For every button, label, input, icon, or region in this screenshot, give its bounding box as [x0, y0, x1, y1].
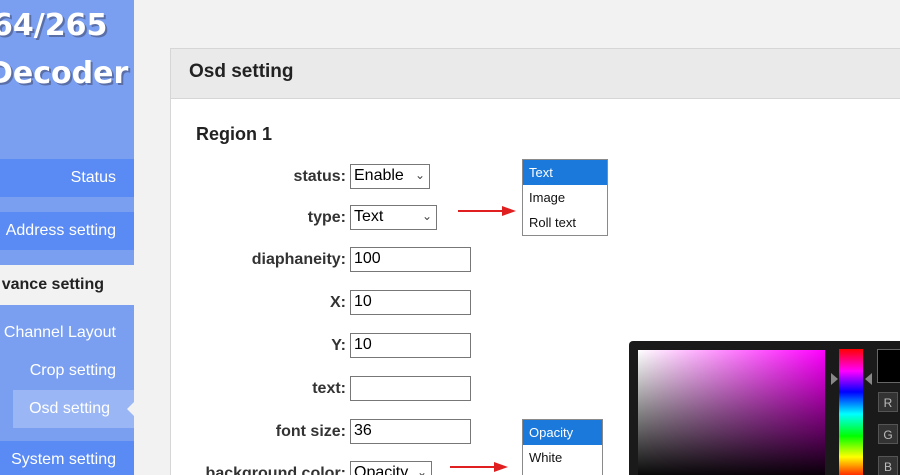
type-select-value: Text [354, 208, 384, 225]
type-label: type: [307, 209, 346, 226]
x-label: X: [330, 294, 346, 311]
sidebar-item-channel-layout[interactable]: Channel Layout [0, 314, 134, 352]
background-color-select-value: Opacity [354, 464, 409, 475]
logo-line-1: 64/265 [0, 8, 108, 43]
channel-g-label: G [878, 424, 898, 444]
diaphaneity-label: diaphaneity: [251, 251, 346, 268]
status-select[interactable]: Enable ⌄ [350, 164, 430, 189]
type-dropdown-list: Text Image Roll text [522, 159, 608, 236]
y-input[interactable]: 10 [350, 333, 471, 358]
bgcolor-option-opacity[interactable]: Opacity [523, 420, 602, 445]
status-select-value: Enable [354, 167, 404, 184]
bgcolor-option-white[interactable]: White [523, 445, 602, 470]
background-color-label: background color: [205, 465, 346, 475]
sidebar-item-advance-setting[interactable]: vance setting [0, 265, 134, 305]
hue-marker-left [831, 373, 838, 385]
chevron-down-icon: ⌄ [414, 168, 425, 182]
channel-r-label: R [878, 392, 898, 412]
sidebar-item-system-setting[interactable]: System setting [0, 441, 134, 475]
region-title: Region 1 [196, 124, 273, 144]
sidebar-item-osd-setting[interactable]: Osd setting [13, 390, 134, 428]
hue-marker-right [865, 373, 872, 385]
text-input[interactable] [350, 376, 471, 401]
channel-b-label: B [878, 456, 898, 475]
saturation-value-area[interactable] [638, 350, 825, 475]
sidebar-item-crop-setting[interactable]: Crop setting [0, 352, 134, 390]
type-option-text[interactable]: Text [523, 160, 607, 185]
background-color-dropdown-list: Opacity White [522, 419, 603, 475]
x-row: X: 10 [171, 290, 771, 316]
type-select[interactable]: Text ⌄ [350, 205, 437, 230]
annotation-arrow [458, 206, 516, 216]
y-label: Y: [331, 337, 346, 354]
current-color-swatch [877, 349, 900, 383]
x-input[interactable]: 10 [350, 290, 471, 315]
background-color-select[interactable]: Opacity ⌄ [350, 461, 432, 475]
sidebar-item-status[interactable]: Status [0, 159, 134, 197]
font-size-label: font size: [275, 423, 346, 440]
diaphaneity-input[interactable]: 100 [350, 247, 471, 272]
logo-line-2: Decoder [0, 56, 129, 91]
font-size-input[interactable]: 36 [350, 419, 471, 444]
color-picker: R G B [629, 341, 900, 475]
type-option-image[interactable]: Image [523, 185, 607, 210]
chevron-down-icon: ⌄ [421, 209, 432, 223]
panel-title: Osd setting [171, 49, 900, 99]
hue-slider[interactable] [839, 349, 863, 475]
status-label: status: [293, 168, 346, 185]
annotation-arrow [450, 462, 508, 472]
chevron-down-icon: ⌄ [416, 465, 427, 475]
sidebar: 64/265 Decoder Status Address setting va… [0, 0, 134, 475]
sidebar-item-address-setting[interactable]: Address setting [0, 212, 134, 250]
text-label: text: [312, 380, 346, 397]
type-option-roll-text[interactable]: Roll text [523, 210, 607, 235]
diaphaneity-row: diaphaneity: 100 [171, 247, 771, 273]
status-row: status: Enable ⌄ [171, 164, 771, 190]
